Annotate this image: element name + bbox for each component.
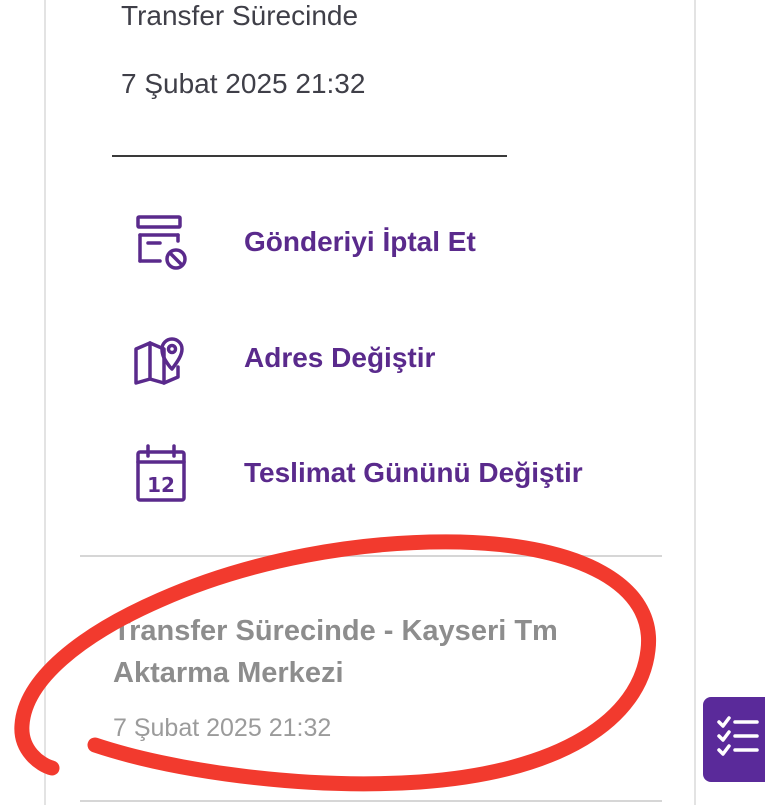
history-item-title: Transfer Sürecinde - Kayseri Tm Aktarma … [113, 615, 558, 689]
cancel-shipment-label: Gönderiyi İptal Et [244, 226, 476, 257]
history-divider-bottom [80, 800, 662, 802]
history-item-date: 7 Şubat 2025 21:32 [113, 714, 332, 742]
section-divider [112, 155, 507, 157]
shipment-detail-page: Transfer Sürecinde 7 Şubat 2025 21:32 Gö… [0, 0, 765, 805]
change-address-label: Adres Değiştir [244, 342, 436, 373]
checklist-icon [715, 714, 761, 765]
map-pin-icon [130, 327, 192, 389]
change-delivery-day-label: Teslimat Gününü Değiştir [244, 457, 583, 488]
checklist-fab-button[interactable] [703, 697, 765, 782]
calendar-icon: 12 [130, 442, 192, 504]
change-delivery-day-button[interactable]: 12 Teslimat Gününü Değiştir [130, 441, 610, 505]
cancel-shipment-button[interactable]: Gönderiyi İptal Et [130, 210, 610, 274]
shipment-status: Transfer Sürecinde [121, 0, 359, 31]
change-address-button[interactable]: Adres Değiştir [130, 326, 610, 390]
shipment-status-date: 7 Şubat 2025 21:32 [121, 68, 366, 99]
cancel-shipment-icon [130, 211, 192, 273]
history-divider-top [80, 555, 662, 557]
calendar-icon-day: 12 [147, 473, 175, 497]
